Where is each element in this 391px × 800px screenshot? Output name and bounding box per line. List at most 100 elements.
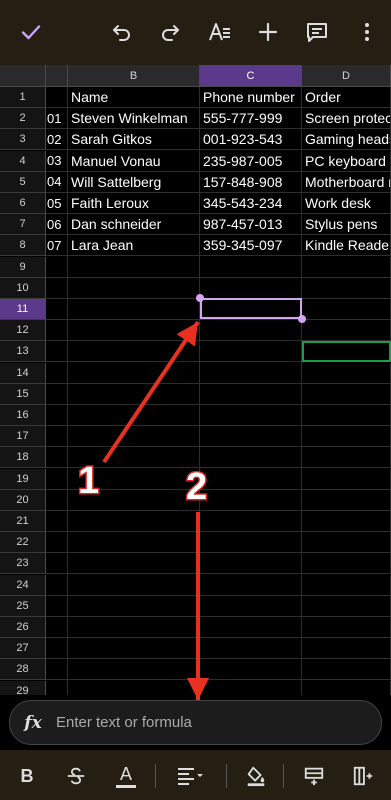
cell-c18[interactable] <box>200 447 302 469</box>
cell-c10[interactable] <box>200 277 302 299</box>
row-header-4[interactable]: 4 <box>0 150 46 172</box>
cell-b16[interactable] <box>68 405 200 426</box>
cell-a16[interactable] <box>46 405 68 426</box>
cell-d12[interactable] <box>302 320 391 342</box>
row-header-8[interactable]: 8 <box>0 235 46 257</box>
cell-b22[interactable] <box>68 532 200 554</box>
cell-b6[interactable]: Faith Leroux <box>68 193 200 214</box>
cell-a8[interactable]: 07 <box>46 235 68 257</box>
cell-d15[interactable] <box>302 383 391 405</box>
cell-d27[interactable] <box>302 638 391 660</box>
cell-b13[interactable] <box>68 341 200 363</box>
row-header-14[interactable]: 14 <box>0 362 46 384</box>
row-header-18[interactable]: 18 <box>0 447 46 469</box>
cell-d11[interactable] <box>302 299 391 320</box>
text-format-icon[interactable] <box>203 15 237 49</box>
cell-c20[interactable] <box>200 489 302 511</box>
cell-d8[interactable]: Kindle Reader <box>302 235 391 257</box>
comment-icon[interactable] <box>300 15 334 49</box>
row-header-27[interactable]: 27 <box>0 638 46 660</box>
cell-b24[interactable] <box>68 574 200 596</box>
column-header-b[interactable]: B <box>68 65 200 87</box>
cell-c25[interactable] <box>200 595 302 617</box>
cell-c5[interactable]: 157-848-908 <box>200 171 302 193</box>
cell-c26[interactable] <box>200 617 302 638</box>
redo-icon[interactable] <box>153 15 187 49</box>
cell-d19[interactable] <box>302 468 391 490</box>
cell-c17[interactable] <box>200 426 302 448</box>
cell-d20[interactable] <box>302 489 391 511</box>
cell-b28[interactable] <box>68 659 200 681</box>
cell-a28[interactable] <box>46 659 68 681</box>
row-header-22[interactable]: 22 <box>0 532 46 554</box>
cell-d10[interactable] <box>302 277 391 299</box>
cell-a24[interactable] <box>46 574 68 596</box>
row-header-24[interactable]: 24 <box>0 574 46 596</box>
cell-d21[interactable] <box>302 511 391 532</box>
row-header-17[interactable]: 17 <box>0 426 46 448</box>
formula-bar[interactable]: fx <box>9 700 382 745</box>
cell-c14[interactable] <box>200 362 302 384</box>
row-header-5[interactable]: 5 <box>0 171 46 193</box>
row-header-2[interactable]: 2 <box>0 108 46 130</box>
row-header-10[interactable]: 10 <box>0 277 46 299</box>
cell-a2[interactable]: 01 <box>46 108 68 130</box>
cell-d14[interactable] <box>302 362 391 384</box>
cell-a12[interactable] <box>46 320 68 342</box>
cell-a3[interactable]: 02 <box>46 129 68 151</box>
row-header-12[interactable]: 12 <box>0 320 46 342</box>
row-header-21[interactable]: 21 <box>0 511 46 532</box>
cell-b20[interactable] <box>68 489 200 511</box>
cell-d7[interactable]: Stylus pens <box>302 214 391 236</box>
cell-d2[interactable]: Screen protec <box>302 108 391 130</box>
cell-a19[interactable] <box>46 468 68 490</box>
cell-d1[interactable]: Order <box>302 87 391 108</box>
cell-c4[interactable]: 235-987-005 <box>200 150 302 172</box>
cell-d9[interactable] <box>302 256 391 278</box>
cell-b23[interactable] <box>68 553 200 575</box>
cell-c28[interactable] <box>200 659 302 681</box>
cell-d17[interactable] <box>302 426 391 448</box>
cell-c21[interactable] <box>200 511 302 532</box>
cell-b10[interactable] <box>68 277 200 299</box>
cell-b11[interactable] <box>68 299 200 320</box>
cell-a5[interactable]: 04 <box>46 171 68 193</box>
cell-b14[interactable] <box>68 362 200 384</box>
cell-d16[interactable] <box>302 405 391 426</box>
cell-a11[interactable] <box>46 299 68 320</box>
cell-d23[interactable] <box>302 553 391 575</box>
cell-c12[interactable] <box>200 320 302 342</box>
cell-a27[interactable] <box>46 638 68 660</box>
cell-b4[interactable]: Manuel Vonau <box>68 150 200 172</box>
cell-d4[interactable]: PC keyboard <box>302 150 391 172</box>
cell-a4[interactable]: 03 <box>46 150 68 172</box>
cell-a29[interactable] <box>46 680 68 695</box>
cell-a26[interactable] <box>46 617 68 638</box>
align-icon[interactable] <box>170 760 210 792</box>
cell-d29[interactable] <box>302 680 391 695</box>
cell-c22[interactable] <box>200 532 302 554</box>
cell-d6[interactable]: Work desk <box>302 193 391 214</box>
row-header-13[interactable]: 13 <box>0 341 46 363</box>
cell-a21[interactable] <box>46 511 68 532</box>
more-vert-icon[interactable] <box>350 15 384 49</box>
cell-d25[interactable] <box>302 595 391 617</box>
cell-b12[interactable] <box>68 320 200 342</box>
column-header-a[interactable] <box>46 65 68 87</box>
cell-a7[interactable]: 06 <box>46 214 68 236</box>
cell-a20[interactable] <box>46 489 68 511</box>
selection-handle-bottom-right[interactable] <box>298 315 306 323</box>
cell-c29[interactable] <box>200 680 302 695</box>
cell-a23[interactable] <box>46 553 68 575</box>
cell-c8[interactable]: 359-345-097 <box>200 235 302 257</box>
insert-row-icon[interactable] <box>298 760 330 792</box>
cell-d26[interactable] <box>302 617 391 638</box>
row-header-19[interactable]: 19 <box>0 468 46 490</box>
cell-b25[interactable] <box>68 595 200 617</box>
row-header-26[interactable]: 26 <box>0 617 46 638</box>
cell-c2[interactable]: 555-777-999 <box>200 108 302 130</box>
cell-a22[interactable] <box>46 532 68 554</box>
fill-color-icon[interactable] <box>240 760 272 792</box>
cell-c15[interactable] <box>200 383 302 405</box>
row-header-15[interactable]: 15 <box>0 383 46 405</box>
